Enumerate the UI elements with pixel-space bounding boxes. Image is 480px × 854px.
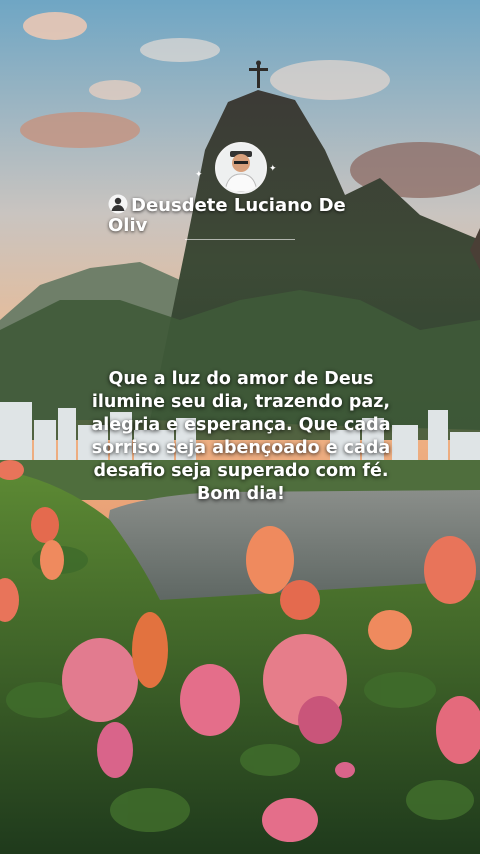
cloud [20, 112, 140, 148]
profile-name: Deusdete Luciano De Oliv [108, 195, 346, 236]
sparkle-icon: ✦ [195, 170, 203, 180]
cloud [23, 12, 87, 40]
profile-name-row: Deusdete Luciano De Oliv [108, 194, 388, 236]
wallpaper-card: ✦ ✦ Deusdete Luciano De Oliv Que a luz d… [0, 0, 480, 854]
divider [185, 239, 295, 240]
person-photo-icon [217, 144, 265, 192]
avatar: ✦ ✦ [195, 142, 277, 194]
cloud [89, 80, 141, 100]
cloud [140, 38, 220, 62]
cloud [270, 60, 390, 100]
greeting-message: Que a luz do amor de Deus ilumine seu di… [91, 369, 391, 504]
sparkle-icon: ✦ [269, 164, 277, 174]
profile-photo [215, 142, 267, 194]
person-silhouette-icon [108, 194, 128, 214]
